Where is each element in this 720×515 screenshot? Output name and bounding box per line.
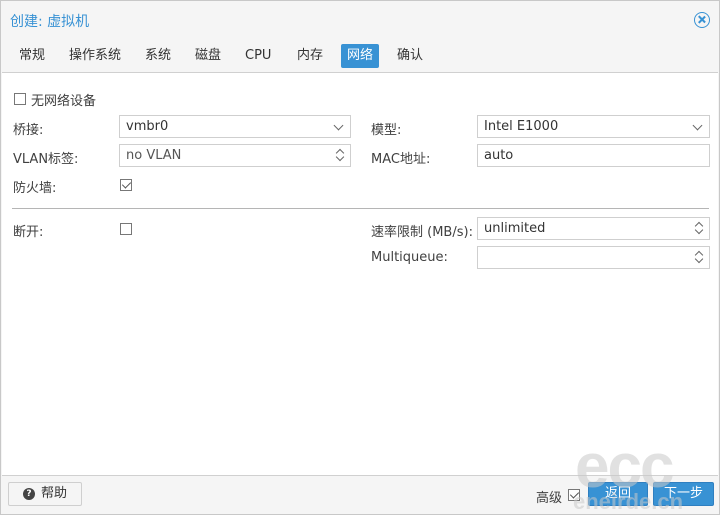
rate-limit-value: unlimited — [484, 221, 546, 236]
mac-label: MAC地址: — [371, 152, 431, 167]
help-button[interactable]: ? 帮助 — [8, 482, 82, 506]
bridge-label: 桥接: — [13, 123, 44, 138]
tab-memory[interactable]: 内存 — [291, 44, 329, 68]
tab-network[interactable]: 网络 — [341, 44, 380, 68]
spinner-icon[interactable] — [694, 220, 704, 237]
model-select[interactable]: Intel E1000 — [477, 115, 710, 138]
tab-cpu[interactable]: CPU — [239, 44, 277, 68]
no-network-label: 无网络设备 — [31, 94, 97, 109]
network-form-panel: 无网络设备 桥接: vmbr0 VLAN标签: no VLAN 防火墙: 模型:… — [2, 72, 718, 476]
spinner-icon[interactable] — [335, 147, 345, 164]
vlan-tag-field[interactable]: no VLAN — [119, 144, 351, 167]
question-icon: ? — [23, 488, 35, 500]
section-divider — [12, 208, 709, 209]
rate-limit-label: 速率限制 (MB/s): — [371, 225, 473, 240]
chevron-down-icon[interactable] — [333, 120, 344, 131]
spinner-icon[interactable] — [694, 249, 704, 266]
dialog-titlebar: 创建: 虚拟机 — [1, 1, 719, 39]
mac-value: auto — [484, 148, 514, 163]
chevron-down-icon[interactable] — [692, 120, 703, 131]
back-button[interactable]: 返回 — [588, 482, 648, 506]
no-network-checkbox[interactable] — [14, 93, 26, 105]
vlan-label: VLAN标签: — [13, 152, 79, 167]
rate-limit-field[interactable]: unlimited — [477, 217, 710, 240]
mac-address-field[interactable]: auto — [477, 144, 710, 167]
advanced-label: 高级 — [536, 491, 563, 506]
disconnect-checkbox[interactable] — [120, 223, 132, 235]
tab-general[interactable]: 常规 — [13, 44, 51, 68]
model-value: Intel E1000 — [484, 119, 559, 134]
advanced-checkbox[interactable] — [568, 489, 580, 501]
tab-confirm[interactable]: 确认 — [391, 44, 429, 68]
dialog-footer: ? 帮助 高级 返回 下一步 — [1, 477, 719, 514]
multiqueue-field[interactable] — [477, 246, 710, 269]
firewall-checkbox[interactable] — [120, 179, 132, 191]
model-label: 模型: — [371, 123, 402, 138]
bridge-value: vmbr0 — [126, 119, 169, 134]
dialog-title: 创建: 虚拟机 — [10, 14, 90, 30]
bridge-select[interactable]: vmbr0 — [119, 115, 351, 138]
close-icon[interactable] — [694, 12, 710, 28]
tab-os[interactable]: 操作系统 — [63, 44, 127, 68]
tab-system[interactable]: 系统 — [139, 44, 177, 68]
tab-disks[interactable]: 磁盘 — [189, 44, 227, 68]
vlan-value: no VLAN — [126, 148, 182, 163]
next-button[interactable]: 下一步 — [653, 482, 714, 506]
disconnect-label: 断开: — [13, 225, 44, 240]
multiqueue-label: Multiqueue: — [371, 250, 448, 265]
help-label: 帮助 — [40, 486, 67, 501]
create-vm-dialog: 创建: 虚拟机 常规 操作系统 系统 磁盘 CPU 内存 网络 确认 无网络设备… — [0, 0, 720, 515]
wizard-tabs: 常规 操作系统 系统 磁盘 CPU 内存 网络 确认 — [1, 44, 719, 70]
firewall-label: 防火墙: — [13, 181, 57, 196]
